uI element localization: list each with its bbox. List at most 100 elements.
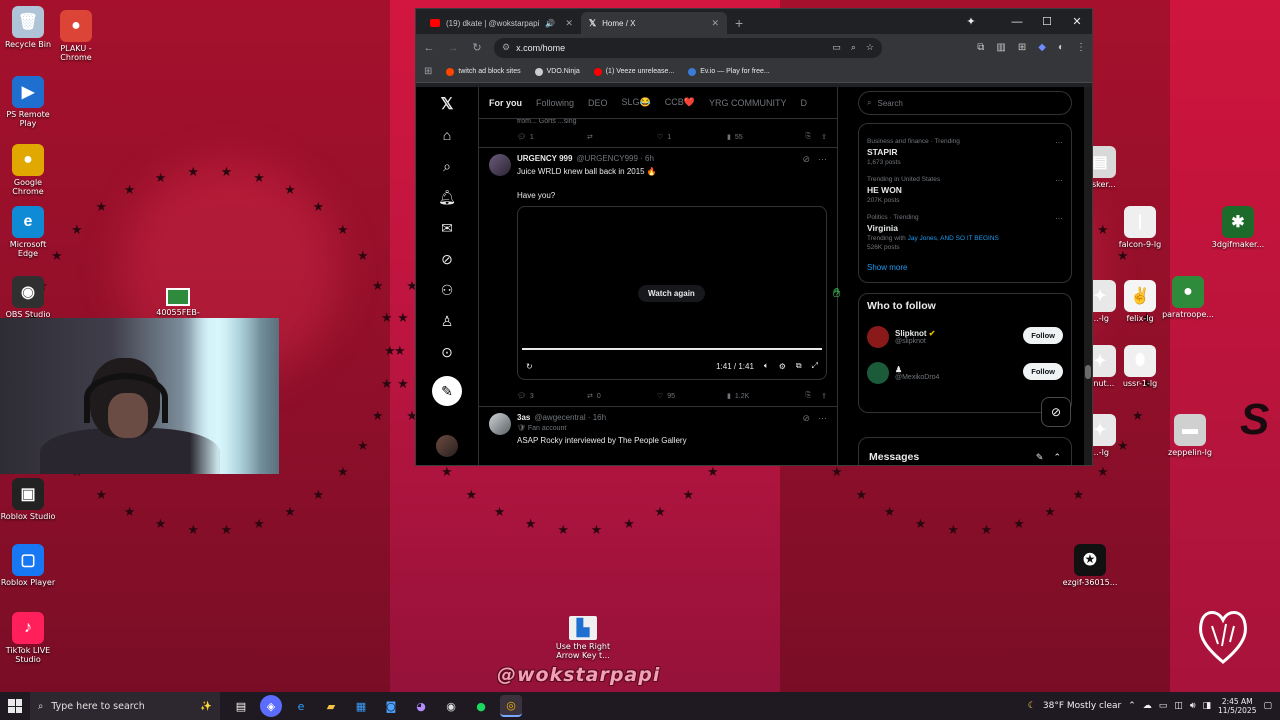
follow-button[interactable]: Follow — [1023, 363, 1063, 380]
desktop-icon-right-9[interactable]: ▬ zeppelin-lg — [1162, 414, 1218, 457]
obs-icon[interactable]: ◉ — [440, 695, 462, 717]
post-author-name[interactable]: URGENCY 999 — [517, 154, 572, 163]
avatar[interactable] — [489, 154, 511, 176]
avatar[interactable] — [867, 326, 889, 348]
more-options-icon[interactable]: ⋯ — [818, 413, 827, 424]
like-button[interactable]: ♡ 1 — [657, 133, 727, 142]
trend-item[interactable]: Politics · Trending Virginia Trending wi… — [867, 214, 1063, 251]
discord-icon[interactable]: ◕ — [410, 695, 432, 717]
desktop-icon-left-7[interactable]: ▢ Roblox Player — [0, 544, 56, 587]
bookmark-item[interactable]: (1) Veeze unrelease... — [593, 67, 674, 76]
search-icon[interactable]: ⌕ — [436, 157, 458, 175]
video-progress-bar[interactable] — [522, 348, 822, 350]
sidepanel-icon[interactable]: ▥ — [996, 42, 1005, 53]
store-icon[interactable]: ▦ — [350, 695, 372, 717]
clock[interactable]: 2:45 AM 11/5/2025 — [1218, 697, 1256, 715]
shield-icon[interactable]: ◆ — [1038, 42, 1046, 53]
like-button[interactable]: ♡ 95 — [657, 392, 727, 401]
more-options-icon[interactable]: ⋯ — [1055, 176, 1063, 185]
desktop-icon-right-10[interactable]: ✪ ezgif-36015... — [1062, 544, 1118, 587]
share-icon[interactable]: ⇪ — [821, 392, 827, 400]
tab-yrg-community[interactable]: YRG COMMUNITY — [709, 98, 787, 108]
volume-icon[interactable]: 🔊︎ — [1190, 701, 1196, 711]
show-more-link[interactable]: Show more — [867, 263, 1063, 272]
reload-icon[interactable]: ↻ — [470, 41, 484, 54]
desktop-icon-left-5[interactable]: ◉ OBS Studio — [0, 276, 56, 319]
bookmark-item[interactable]: Ev.io — Play for free... — [688, 67, 770, 76]
cast-icon[interactable]: ▭ — [832, 42, 841, 53]
security-icon[interactable]: ◨ — [1203, 701, 1212, 711]
suggested-account[interactable]: Slipknot ✔ @slipknot Follow — [867, 322, 1063, 352]
extensions-icon[interactable]: ⧉ — [977, 42, 984, 53]
close-window-button[interactable]: ✕ — [1062, 15, 1092, 28]
close-tab-icon[interactable]: ✕ — [565, 18, 573, 29]
video-player[interactable]: Watch again ↻ 1:41 / 1:41 🔈︎ ⚙ ⧉ ⤢ — [517, 206, 827, 380]
tray-chevron-icon[interactable]: ⌃ — [1128, 701, 1136, 711]
grok-icon[interactable]: ⊘ — [802, 413, 810, 424]
notifications-bell-icon[interactable]: 🔔︎ — [436, 188, 458, 206]
more-options-icon[interactable]: ⋯ — [818, 154, 827, 165]
tab-following[interactable]: Following — [536, 98, 574, 108]
post-author-handle[interactable]: @URGENCY999 · 6h — [576, 154, 653, 163]
battery-icon[interactable]: ▭ — [1159, 701, 1168, 711]
grok-floating-button[interactable]: ⊘ — [1041, 397, 1071, 427]
desktop-shortcut-icon[interactable]: ▙ Use the Right Arrow Key t... — [554, 616, 612, 660]
tab-x-home[interactable]: 𝕏 Home / X ✕ — [580, 12, 728, 34]
page-scrollbar[interactable] — [1084, 87, 1092, 465]
close-tab-icon[interactable]: ✕ — [711, 18, 719, 29]
outlook-icon[interactable]: ◙ — [380, 695, 402, 717]
suggested-account[interactable]: ♟ @MexikoDro4 Follow — [867, 358, 1063, 388]
desktop-icon-left-2[interactable]: ▶ PS Remote Play — [0, 76, 56, 128]
bookmark-star-icon[interactable]: ☆ — [866, 42, 874, 53]
site-info-icon[interactable]: ⚙ — [502, 42, 510, 53]
compose-post-button[interactable]: ✎ — [432, 376, 462, 406]
post-author-handle[interactable]: @awgecentral · 16h — [534, 413, 606, 422]
copilot-icon[interactable]: ◈ — [260, 695, 282, 717]
tab-for-you[interactable]: For you — [489, 98, 522, 108]
profile-icon[interactable]: ♙ — [436, 312, 458, 330]
more-options-icon[interactable]: ⋯ — [1055, 214, 1063, 223]
follow-button[interactable]: Follow — [1023, 327, 1063, 344]
new-message-icon[interactable]: ✎ — [1036, 452, 1044, 463]
tab-youtube[interactable]: (19) dkate | @wokstarpapi 🔊 ✕ — [422, 12, 581, 34]
address-bar[interactable]: ⚙ x.com/home ▭ ⌕ ☆ — [494, 37, 882, 58]
home-icon[interactable]: ⌂ — [436, 126, 458, 144]
pip-icon[interactable]: ⧉ — [796, 361, 802, 371]
desktop-icon-right-5[interactable]: ● paratroope... — [1160, 276, 1216, 319]
replay-icon[interactable]: ↻ — [526, 362, 533, 371]
scrollbar-thumb[interactable] — [1085, 365, 1091, 379]
back-icon[interactable]: ← — [422, 42, 436, 54]
tab-deo[interactable]: DEO — [588, 98, 608, 108]
reply-button[interactable]: 💬︎ 3 — [517, 392, 587, 401]
desktop-icon-right-1[interactable]: | falcon-9-lg — [1112, 206, 1168, 249]
tab-ccb[interactable]: CCB❤️ — [665, 97, 695, 108]
tab-overflow[interactable]: D — [800, 98, 807, 108]
notifications-icon[interactable]: ▢ — [1263, 701, 1272, 711]
desktop-icon-left-6[interactable]: ▣ Roblox Studio — [0, 478, 56, 521]
extension-pin-icon[interactable]: ⊞ — [1018, 42, 1026, 53]
trend-item[interactable]: Trending in United States HE WON 207K po… — [867, 176, 1063, 204]
onedrive-icon[interactable]: ☁ — [1143, 701, 1152, 711]
desktop-icon-left-1[interactable]: ● PLAKU - Chrome — [48, 10, 104, 62]
trend-item[interactable]: Business and finance · Trending STAPIR 1… — [867, 138, 1063, 166]
menu-kebab-icon[interactable]: ⋮ — [1076, 42, 1086, 53]
task-view-icon[interactable]: ▤ — [230, 695, 252, 717]
more-options-icon[interactable]: ⋯ — [1055, 138, 1063, 147]
weather-icon[interactable]: ☾ — [1028, 701, 1036, 711]
desktop-icon-left-8[interactable]: ♪ TikTok LIVE Studio — [0, 612, 56, 664]
more-circle-icon[interactable]: ⊙ — [436, 343, 458, 361]
reply-button[interactable]: 💬︎ 1 — [517, 133, 587, 142]
account-avatar[interactable] — [436, 435, 458, 457]
profile-icon[interactable]: ✦ — [956, 15, 986, 28]
messages-drawer[interactable]: Messages ✎ ⌃ — [858, 437, 1072, 465]
maximize-button[interactable]: ☐ — [1032, 15, 1062, 28]
network-icon[interactable]: ◫ — [1174, 701, 1183, 711]
file-explorer-icon[interactable]: ▰ — [320, 695, 342, 717]
avatar[interactable] — [867, 362, 889, 384]
bookmark-icon[interactable]: ⎘ — [806, 392, 812, 400]
forward-icon[interactable]: → — [446, 42, 460, 54]
new-tab-button[interactable]: + — [727, 12, 751, 34]
zoom-icon[interactable]: ⌕ — [851, 42, 856, 53]
x-search-input[interactable]: ⌕ Search — [858, 91, 1072, 115]
trend-related-link[interactable]: Jay Jones, AND SO IT BEGINS — [908, 235, 999, 242]
